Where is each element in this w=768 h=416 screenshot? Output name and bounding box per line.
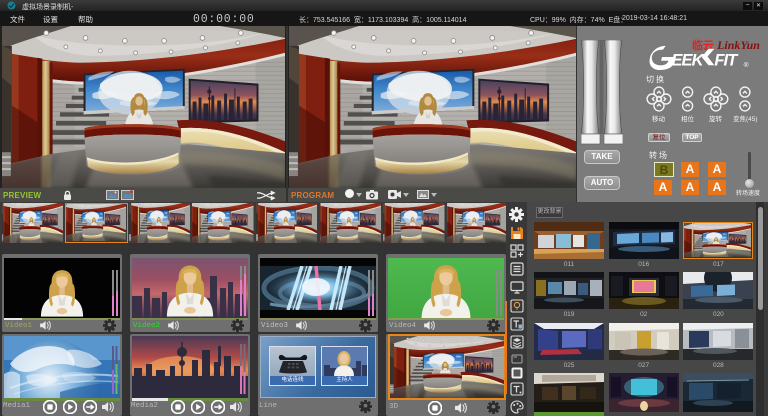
svg-text:EEK: EEK <box>671 50 704 69</box>
svg-text:®: ® <box>744 61 749 69</box>
svg-text:FIT: FIT <box>714 50 739 69</box>
